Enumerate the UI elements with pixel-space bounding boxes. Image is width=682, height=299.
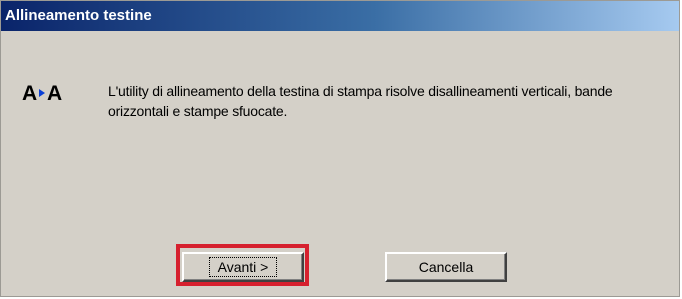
- cancel-button[interactable]: Cancella: [385, 252, 507, 282]
- svg-text:A: A: [22, 82, 37, 105]
- title-bar[interactable]: Allineamento testine: [1, 1, 679, 31]
- align-heads-icon: A A: [22, 81, 82, 105]
- next-button-label: Avanti >: [208, 257, 278, 277]
- window-title: Allineamento testine: [5, 7, 152, 24]
- alignment-dialog: Allineamento testine A A L'utility di al…: [0, 0, 680, 297]
- next-button[interactable]: Avanti >: [182, 252, 304, 282]
- svg-text:A: A: [47, 82, 62, 105]
- description-text: L'utility di allineamento della testina …: [108, 83, 613, 119]
